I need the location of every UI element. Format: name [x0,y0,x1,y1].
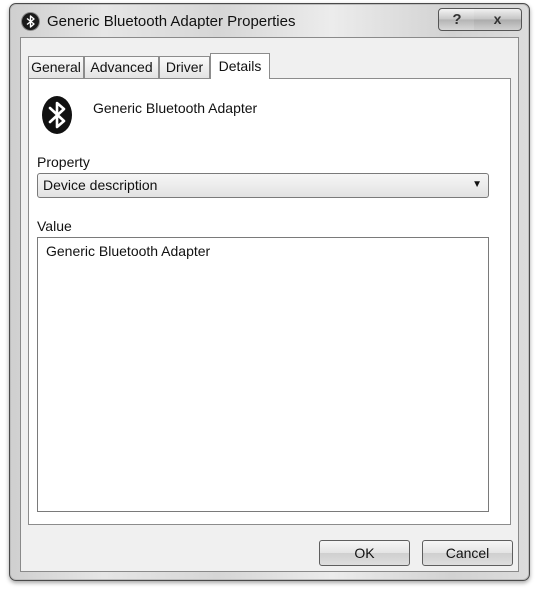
tab-general[interactable]: General [28,56,84,78]
chevron-down-icon: ▼ [472,179,482,190]
tab-details[interactable]: Details [210,53,270,79]
window-title: Generic Bluetooth Adapter Properties [47,13,296,30]
help-button[interactable]: ? [438,8,476,31]
property-dropdown[interactable]: Device description ▼ [37,173,489,198]
dialog-body: General Advanced Driver Details Generic … [20,37,519,572]
property-selected: Device description [43,177,158,193]
close-button[interactable]: x [474,8,522,31]
tab-driver[interactable]: Driver [159,56,210,78]
property-label: Property [37,154,90,170]
bluetooth-icon [42,96,72,134]
tab-advanced[interactable]: Advanced [84,56,159,78]
value-label: Value [37,218,72,234]
device-name: Generic Bluetooth Adapter [93,100,258,116]
value-list[interactable]: Generic Bluetooth Adapter [37,237,489,512]
details-panel: Generic Bluetooth Adapter Property Devic… [28,78,511,525]
properties-dialog: Generic Bluetooth Adapter Properties ? x… [9,3,530,581]
cancel-button[interactable]: Cancel [422,540,513,566]
list-item[interactable]: Generic Bluetooth Adapter [46,243,210,259]
ok-button[interactable]: OK [319,540,410,566]
bluetooth-icon [22,13,39,30]
